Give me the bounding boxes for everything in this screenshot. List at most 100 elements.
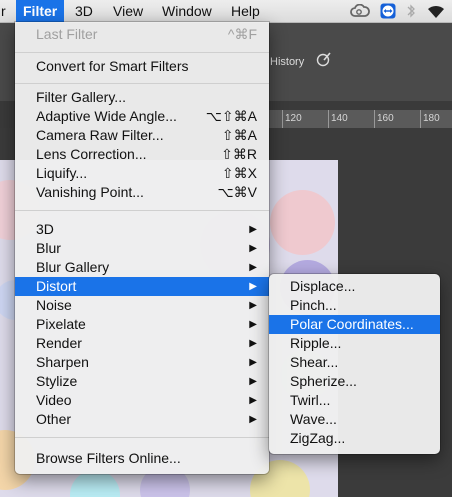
submenu-arrow-icon: ▶ (249, 338, 257, 349)
history-brush-icon[interactable] (316, 51, 332, 72)
submenu-item-pinch[interactable]: Pinch... (269, 296, 440, 315)
menu-item-sharpen[interactable]: Sharpen ▶ (15, 353, 269, 372)
menu-item-label: Other (36, 411, 72, 427)
submenu-arrow-icon: ▶ (249, 243, 257, 254)
menu-separator (15, 83, 269, 84)
menu-item-filter-gallery[interactable]: Filter Gallery... (15, 88, 269, 107)
history-label[interactable]: History (270, 56, 304, 68)
menubar-item-window[interactable]: Window (155, 0, 219, 22)
menu-item-label: Sharpen (36, 354, 89, 370)
menu-item-label: Lens Correction... (36, 146, 147, 162)
menu-item-adaptive-wide-angle[interactable]: Adaptive Wide Angle... ⌥⇧⌘A (15, 107, 269, 126)
distort-submenu: Displace... Pinch... Polar Coordinates..… (269, 274, 440, 454)
menu-item-stylize[interactable]: Stylize ▶ (15, 372, 269, 391)
shortcut-label: ⌥⇧⌘A (205, 108, 257, 124)
submenu-arrow-icon: ▶ (249, 281, 257, 292)
ruler-tick: 180 (423, 113, 440, 124)
menu-item-label: Adaptive Wide Angle... (36, 108, 177, 124)
menu-item-label: Wave... (290, 411, 337, 427)
menu-item-other[interactable]: Other ▶ (15, 410, 269, 429)
submenu-arrow-icon: ▶ (249, 357, 257, 368)
menu-separator (15, 437, 269, 438)
menubar-item-partial[interactable]: r (0, 0, 13, 22)
submenu-arrow-icon: ▶ (249, 300, 257, 311)
menu-item-label: Convert for Smart Filters (36, 58, 189, 74)
menu-separator (15, 210, 269, 211)
shortcut-label: ⌥⌘V (217, 184, 257, 200)
canvas-dot (270, 190, 335, 255)
menu-item-last-filter: Last Filter ^⌘F (15, 25, 269, 44)
menu-item-video[interactable]: Video ▶ (15, 391, 269, 410)
bluetooth-icon[interactable] (406, 3, 416, 19)
shortcut-label: ⇧⌘R (221, 146, 257, 162)
menu-item-label: Polar Coordinates... (290, 316, 414, 332)
menu-bar: r Filter 3D View Window Help (0, 0, 452, 23)
submenu-item-wave[interactable]: Wave... (269, 410, 440, 429)
submenu-item-polar-coordinates[interactable]: Polar Coordinates... (269, 315, 440, 334)
menu-separator (15, 52, 269, 53)
menu-item-label: Blur (36, 240, 61, 256)
menu-item-pixelate[interactable]: Pixelate ▶ (15, 315, 269, 334)
menu-item-label: Ripple... (290, 335, 342, 351)
menu-item-vanishing-point[interactable]: Vanishing Point... ⌥⌘V (15, 183, 269, 202)
filter-menu: Last Filter ^⌘F Convert for Smart Filter… (15, 22, 269, 474)
menubar-item-3d[interactable]: 3D (68, 0, 100, 22)
menu-item-label: Distort (36, 278, 77, 294)
menu-item-label: Render (36, 335, 82, 351)
menu-item-label: Displace... (290, 278, 356, 294)
menubar-item-filter[interactable]: Filter (16, 0, 65, 22)
menu-item-label: ZigZag... (290, 430, 346, 446)
shortcut-label: ⇧⌘X (221, 165, 257, 181)
menu-item-distort[interactable]: Distort ▶ (15, 277, 269, 296)
menu-item-label: 3D (36, 221, 54, 237)
menu-item-label: Shear... (290, 354, 339, 370)
submenu-item-displace[interactable]: Displace... (269, 277, 440, 296)
menubar-item-view[interactable]: View (106, 0, 150, 22)
menu-item-label: Noise (36, 297, 72, 313)
menu-item-browse-filters-online[interactable]: Browse Filters Online... (15, 449, 269, 468)
menubar-item-help[interactable]: Help (224, 0, 267, 22)
menu-item-3d[interactable]: 3D ▶ (15, 220, 269, 239)
menu-item-blur[interactable]: Blur ▶ (15, 239, 269, 258)
menu-item-label: Pixelate (36, 316, 86, 332)
menu-item-camera-raw-filter[interactable]: Camera Raw Filter... ⇧⌘A (15, 126, 269, 145)
menu-item-label: Filter Gallery... (36, 89, 126, 105)
menu-item-label: Pinch... (290, 297, 337, 313)
submenu-arrow-icon: ▶ (249, 376, 257, 387)
menu-item-label: Spherize... (290, 373, 357, 389)
menu-item-lens-correction[interactable]: Lens Correction... ⇧⌘R (15, 145, 269, 164)
submenu-arrow-icon: ▶ (249, 262, 257, 273)
submenu-item-zigzag[interactable]: ZigZag... (269, 429, 440, 448)
submenu-arrow-icon: ▶ (249, 224, 257, 235)
submenu-item-spherize[interactable]: Spherize... (269, 372, 440, 391)
submenu-item-twirl[interactable]: Twirl... (269, 391, 440, 410)
ruler-tick: 140 (331, 113, 348, 124)
horizontal-ruler: 120 140 160 180 (268, 110, 452, 129)
menu-item-convert-smart-filters[interactable]: Convert for Smart Filters (15, 57, 269, 76)
menu-item-liquify[interactable]: Liquify... ⇧⌘X (15, 164, 269, 183)
wifi-icon[interactable] (426, 4, 446, 19)
canvas-dot (70, 470, 120, 497)
teamviewer-icon[interactable] (380, 3, 396, 19)
menu-item-label: Stylize (36, 373, 78, 389)
submenu-item-shear[interactable]: Shear... (269, 353, 440, 372)
shortcut-label: ⇧⌘A (221, 127, 257, 143)
menu-item-noise[interactable]: Noise ▶ (15, 296, 269, 315)
menu-item-label: Vanishing Point... (36, 184, 144, 200)
shortcut-label: ^⌘F (227, 26, 257, 42)
menu-item-blur-gallery[interactable]: Blur Gallery ▶ (15, 258, 269, 277)
menu-item-render[interactable]: Render ▶ (15, 334, 269, 353)
ruler-tick: 120 (285, 113, 302, 124)
menu-item-label: Browse Filters Online... (36, 450, 181, 466)
creative-cloud-icon[interactable] (350, 4, 370, 18)
menu-item-label: Blur Gallery (36, 259, 110, 275)
menu-item-label: Last Filter (36, 26, 98, 42)
submenu-arrow-icon: ▶ (249, 319, 257, 330)
submenu-arrow-icon: ▶ (249, 395, 257, 406)
submenu-item-ripple[interactable]: Ripple... (269, 334, 440, 353)
ruler-tick: 160 (377, 113, 394, 124)
menu-item-label: Camera Raw Filter... (36, 127, 164, 143)
status-icons (350, 0, 446, 22)
menu-item-label: Liquify... (36, 165, 88, 181)
submenu-arrow-icon: ▶ (249, 414, 257, 425)
